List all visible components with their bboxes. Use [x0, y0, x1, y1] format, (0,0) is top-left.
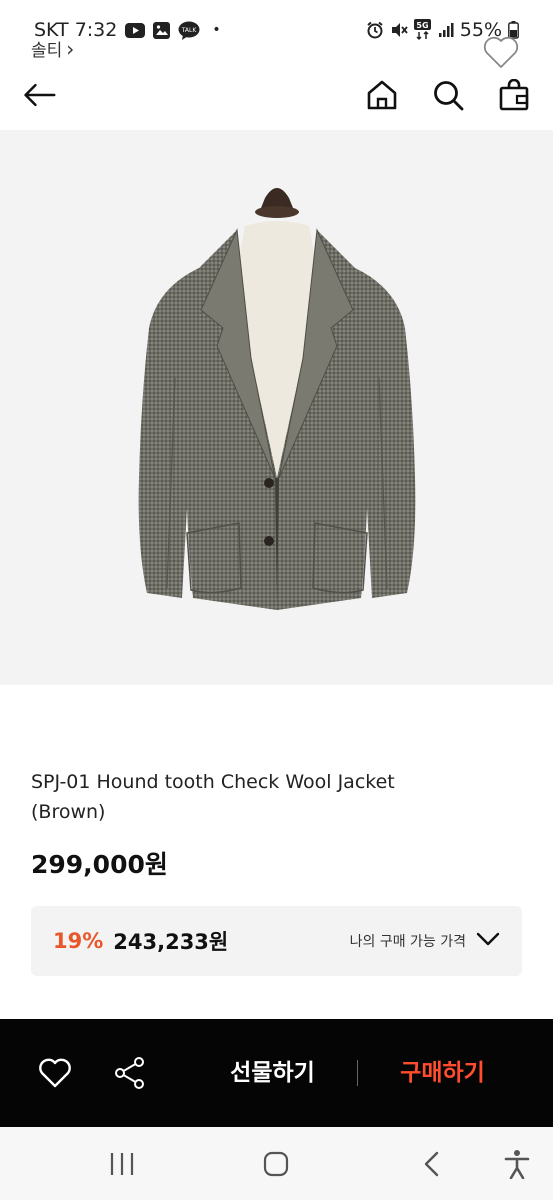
product-name: SPJ-01 Hound tooth Check Wool Jacket (Br… — [31, 771, 395, 823]
heart-icon[interactable] — [37, 1055, 73, 1091]
my-price-label: 나의 구매 가능 가격 — [349, 934, 466, 950]
alarm-icon — [366, 21, 384, 39]
chevron-down-icon — [476, 931, 500, 951]
recents-icon[interactable] — [102, 1149, 142, 1179]
svg-text:TALK: TALK — [181, 27, 198, 34]
brand-link[interactable]: 솔티 › — [31, 36, 75, 62]
youtube-icon — [125, 22, 146, 38]
gift-button[interactable]: 선물하기 — [200, 1053, 345, 1087]
back-arrow-icon[interactable] — [22, 78, 56, 112]
wishlist-heart-icon[interactable] — [482, 34, 520, 70]
brand-name: 솔티 — [31, 41, 63, 61]
search-icon[interactable] — [431, 78, 465, 112]
accessibility-icon[interactable] — [497, 1149, 537, 1179]
mute-icon — [390, 21, 408, 39]
back-chevron-icon[interactable] — [412, 1149, 452, 1179]
my-price-box[interactable]: 19% 243,233원 나의 구매 가능 가격 — [31, 906, 522, 976]
status-bar: SKT 7:32 TALK • 5G 55% — [0, 0, 553, 60]
home-circle-icon[interactable] — [256, 1149, 296, 1179]
app-header — [0, 60, 553, 130]
shopping-bag-icon[interactable] — [497, 78, 531, 112]
product-image[interactable] — [0, 130, 553, 685]
gallery-icon — [153, 21, 171, 39]
header-actions — [365, 78, 531, 112]
talk-icon: TALK — [178, 21, 200, 40]
product-price: 299,000원 — [31, 850, 168, 879]
bottom-action-bar: 선물하기 구매하기 — [0, 1019, 553, 1127]
buy-button[interactable]: 구매하기 — [370, 1053, 515, 1087]
share-icon[interactable] — [112, 1055, 148, 1091]
svg-text:5G: 5G — [416, 21, 428, 30]
chevron-right-icon: › — [66, 36, 75, 61]
discounted-price: 243,233원 — [113, 930, 229, 954]
system-nav-bar — [0, 1127, 553, 1200]
notification-dot-icon: • — [212, 22, 221, 38]
discount-rate: 19% — [53, 929, 104, 953]
signal-icon — [438, 22, 454, 38]
home-icon[interactable] — [365, 78, 399, 112]
action-divider — [357, 1060, 358, 1086]
jacket-image — [138, 187, 415, 610]
5g-icon: 5G — [413, 19, 432, 41]
